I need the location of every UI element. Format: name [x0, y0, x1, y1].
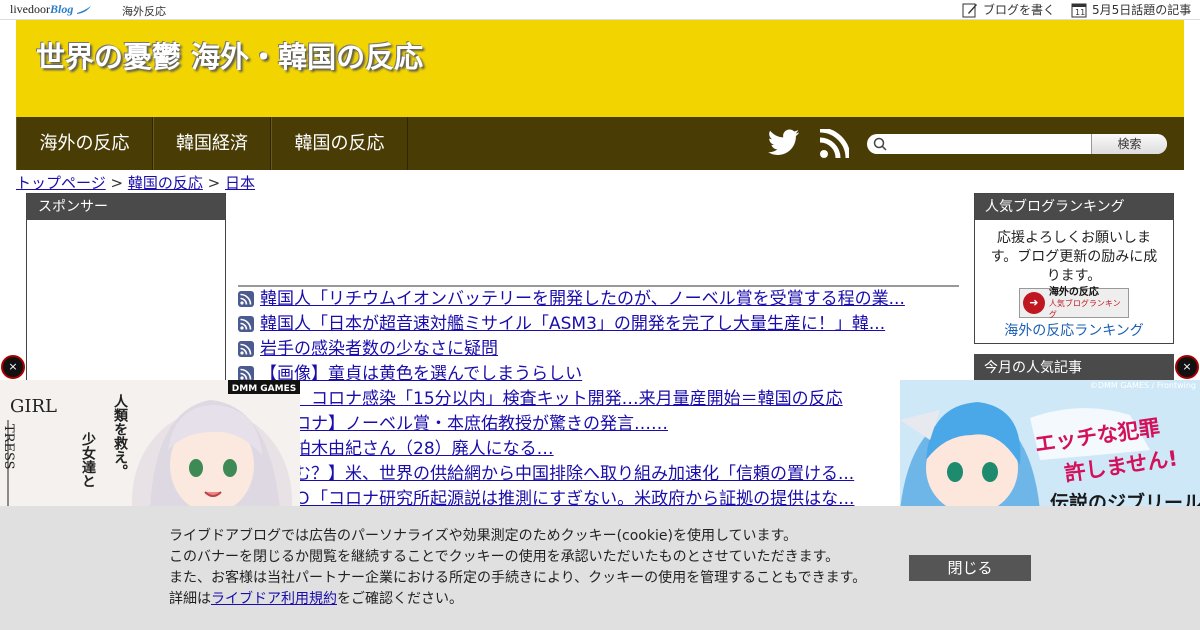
cookie-message: ライブドアブログでは広告のパーソナライズや効果測定のためクッキー(cookie)…	[169, 526, 866, 610]
site-name-link[interactable]: 海外反応	[122, 3, 166, 19]
cookie-line-4-prefix: 詳細は	[169, 591, 211, 607]
terms-link[interactable]: ライブドア利用規約	[211, 591, 337, 607]
livedoor-blog-logo[interactable]: livedoorBlog	[10, 2, 92, 17]
left-ad-close-button[interactable]: ×	[1, 355, 25, 379]
popular-articles-heading: 今月の人気記事	[974, 354, 1174, 382]
breadcrumb-separator: >	[110, 174, 124, 192]
article-list-item: 岩手の感染者数の少なさに疑問	[238, 338, 958, 363]
ranking-widget: 人気ブログランキング 応援よろしくお願いします。ブログ更新の励みに成ります。 ➜…	[974, 193, 1174, 344]
breadcrumb-current[interactable]: 日本	[225, 174, 255, 192]
ranking-heading: 人気ブログランキング	[975, 194, 1173, 220]
ranking-banner-sub: 人気ブログランキング	[1048, 298, 1121, 319]
nav-item-korea-economy[interactable]: 韓国経済	[153, 117, 271, 170]
article-list-item: 報】柏木由紀さん（28）廃人になる…	[238, 438, 958, 463]
article-list: 韓国人「リチウムイオンバッテリーを開発したのが、ノーベル賞を受賞する程の業...…	[238, 288, 958, 513]
ad-side-text: TRESS	[1, 424, 16, 470]
svg-text:11: 11	[1075, 8, 1085, 17]
ranking-banner-title: 海外の反応	[1048, 286, 1099, 298]
rss-feed-icon	[238, 291, 254, 307]
topic-articles-link[interactable]: 11 5月5日話題の記事	[1071, 1, 1191, 18]
nav-item-korea-reaction[interactable]: 韓国の反応	[271, 117, 408, 170]
search-box: 検索	[867, 134, 1167, 154]
cookie-line-1: ライブドアブログでは広告のパーソナライズや効果測定のためクッキー(cookie)…	[169, 528, 798, 544]
search-input[interactable]	[889, 136, 1089, 152]
article-list-item: 韓国人「リチウムイオンバッテリーを開発したのが、ノーベル賞を受賞する程の業...	[238, 288, 958, 313]
ranking-link[interactable]: 海外の反応ランキング	[975, 320, 1173, 340]
article-link[interactable]: 【画像】童貞は黄色を選んでしまうらしい	[260, 364, 582, 384]
article-list-item: 企業、コロナ感染「15分以内」検査キット開発…来月量産開始＝韓国の反応	[238, 388, 958, 413]
write-blog-label: ブログを書く	[983, 3, 1056, 17]
list-divider	[238, 285, 959, 287]
rss-feed-icon	[238, 316, 254, 332]
calendar-icon: 11	[1071, 3, 1087, 17]
article-list-item: 【画像】童貞は黄色を選んでしまうらしい	[238, 363, 958, 388]
breadcrumb-home[interactable]: トップページ	[16, 174, 106, 192]
pencil-icon	[962, 3, 977, 17]
article-link[interactable]: 報】柏木由紀さん（28）廃人になる…	[260, 439, 554, 459]
search-icon	[873, 137, 887, 151]
article-link[interactable]: 型コロナ】ノーベル賞・本庶佑教授が驚きの発言……	[260, 414, 668, 434]
right-ad-close-button[interactable]: ×	[1175, 355, 1199, 379]
cookie-close-button[interactable]: 閉じる	[909, 555, 1031, 581]
left-ad-banner[interactable]: DMM GAMES GIRL TRESS 人類を救え。 少女達と	[0, 380, 300, 510]
nav-item-overseas-reaction[interactable]: 海外の反応	[16, 117, 153, 170]
rss-feed-icon[interactable]	[819, 127, 851, 163]
logo-main-text: livedoor	[10, 2, 50, 16]
ranking-banner[interactable]: ➜ 海外の反応 人気ブログランキング	[1019, 286, 1129, 319]
search-button[interactable]: 検索	[1091, 134, 1167, 154]
breadcrumb-separator: >	[207, 174, 221, 192]
breadcrumb-category[interactable]: 韓国の反応	[128, 174, 203, 192]
breadcrumb: トップページ > 韓国の反応 > 日本	[16, 172, 255, 193]
ad-brand-text: DMM GAMES	[232, 384, 296, 394]
article-link[interactable]: 企業、コロナ感染「15分以内」検査キット開発…来月量産開始＝韓国の反応	[260, 389, 843, 409]
ad-copy-text-1: 人類を救え。	[112, 394, 128, 478]
logo-blog-text: Blog	[50, 2, 74, 16]
right-ad-banner[interactable]: ©DMM GAMES / Frontwing エッチな犯罪 許しません! 伝説の…	[900, 380, 1200, 510]
ad-title-text: GIRL	[10, 396, 57, 417]
ranking-message: 応援よろしくお願いします。ブログ更新の励みに成ります。	[990, 230, 1158, 284]
top-bar: livedoorBlog 海外反応 ブログを書く 11 5月5日話題の記事	[0, 0, 1200, 20]
sponsor-heading: スポンサー	[27, 194, 225, 220]
article-list-item: 韓国人「日本が超音速対艦ミサイル「ASM3」の開発を完了し大量生産に！」韓...	[238, 313, 958, 338]
article-list-item: 国含む？】米、世界の供給網から中国排除へ取り組み加速化「信頼の置ける...	[238, 463, 958, 488]
cookie-line-4-suffix: をご確認ください。	[337, 591, 463, 607]
ranking-badge-icon: ➜	[1023, 292, 1045, 314]
article-link[interactable]: 韓国人「日本が超音速対艦ミサイル「ASM3」の開発を完了し大量生産に！」韓...	[260, 314, 885, 334]
rss-feed-icon	[238, 341, 254, 357]
twitter-icon[interactable]	[767, 129, 800, 161]
anime-girl-illustration: DMM GAMES GIRL	[0, 380, 300, 510]
ad-credit-text: ©DMM GAMES / Frontwing	[1089, 381, 1196, 390]
blog-title[interactable]: 世界の憂鬱 海外・韓国の反応	[36, 34, 423, 76]
article-list-item: 型コロナ】ノーベル賞・本庶佑教授が驚きの発言……	[238, 413, 958, 438]
cookie-line-2: このバナーを閉じるか閲覧を継続することでクッキーの使用を承認いただいたものとさせ…	[169, 549, 840, 565]
cookie-consent-banner: ライブドアブログでは広告のパーソナライズや効果測定のためクッキー(cookie)…	[0, 506, 1200, 630]
logo-swoosh-icon	[77, 6, 92, 15]
write-blog-link[interactable]: ブログを書く	[962, 1, 1055, 18]
article-link[interactable]: 岩手の感染者数の少なさに疑問	[260, 339, 498, 359]
article-link[interactable]: 韓国人「リチウムイオンバッテリーを開発したのが、ノーベル賞を受賞する程の業...	[260, 289, 905, 309]
cookie-line-3: また、お客様は当社パートナー企業における所定の手続きにより、クッキーの使用を管理…	[169, 570, 867, 586]
cookie-line-4: 詳細はライブドア利用規約をご確認ください。	[169, 589, 866, 610]
article-link[interactable]: 国含む？】米、世界の供給網から中国排除へ取り組み加速化「信頼の置ける...	[260, 464, 854, 484]
ad-copy-text-2: 少女達と	[80, 432, 96, 488]
global-nav: 海外の反応 韓国経済 韓国の反応 検索	[16, 117, 1184, 170]
topic-articles-label: 5月5日話題の記事	[1092, 3, 1192, 17]
blog-header: 世界の憂鬱 海外・韓国の反応	[16, 20, 1184, 117]
